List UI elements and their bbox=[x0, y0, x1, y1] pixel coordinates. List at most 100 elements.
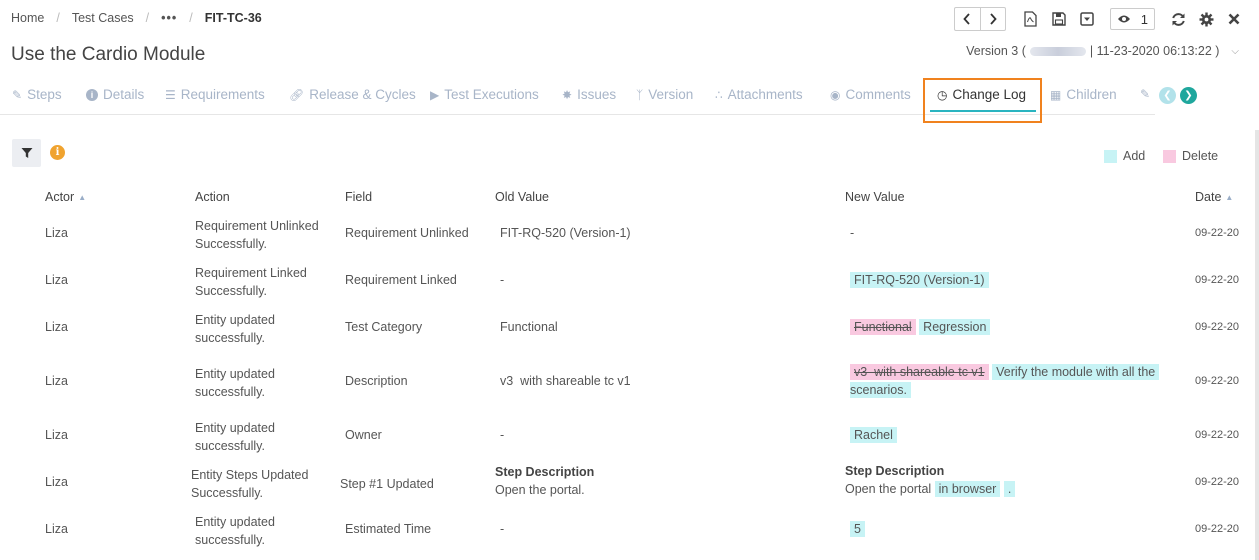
dropdown-button[interactable] bbox=[1076, 8, 1098, 30]
cell-field: Requirement Linked bbox=[345, 273, 457, 287]
tabs-scroll-left-button[interactable]: ❮ bbox=[1159, 87, 1176, 104]
cell-action: Requirement Unlinked Successfully. bbox=[195, 217, 319, 253]
breadcrumb-current: FIT-TC-36 bbox=[204, 11, 262, 25]
tab-label: Release & Cycles bbox=[309, 87, 416, 102]
step-text: Open the portal. bbox=[495, 483, 585, 497]
deleted-text: v3 with shareable tc v1 bbox=[850, 364, 989, 380]
toolbar: 1 bbox=[953, 7, 1245, 31]
tab-release-cycles[interactable]: 🔗︎ Release & Cycles bbox=[289, 87, 416, 102]
save-button[interactable] bbox=[1048, 8, 1070, 30]
tab-version[interactable]: ᛉ Version bbox=[636, 87, 693, 102]
next-button[interactable] bbox=[979, 8, 1005, 30]
breadcrumb-home[interactable]: Home bbox=[11, 11, 44, 25]
cell-date: 09-22-20 bbox=[1195, 476, 1240, 488]
action-line: successfully. bbox=[195, 439, 265, 453]
info-icon[interactable]: i bbox=[50, 145, 65, 160]
column-header-actor[interactable]: Actor ▲ bbox=[45, 190, 86, 204]
breadcrumb-test-cases[interactable]: Test Cases bbox=[72, 11, 134, 25]
cell-action: Requirement Linked Successfully. bbox=[195, 264, 307, 300]
tab-test-executions[interactable]: ▶ Test Executions bbox=[430, 87, 539, 102]
added-text: FIT-RQ-520 (Version-1) bbox=[850, 272, 989, 288]
cell-date: 09-22-20 bbox=[1195, 375, 1240, 387]
tab-comments[interactable]: ◉ Comments bbox=[830, 87, 911, 102]
tab-edit[interactable]: ✎ bbox=[1140, 87, 1155, 101]
tab-children[interactable]: ▦ Children bbox=[1050, 87, 1117, 102]
edit-icon: ✎ bbox=[12, 87, 23, 102]
breadcrumb-more[interactable]: ••• bbox=[161, 11, 177, 25]
cell-old-value: v3 with shareable tc v1 bbox=[500, 374, 631, 388]
comments-icon: ◉ bbox=[830, 87, 841, 102]
tabs-scroll-right-button[interactable]: ❯ bbox=[1180, 87, 1197, 104]
gear-icon bbox=[1199, 12, 1213, 26]
cell-date: 09-22-20 bbox=[1195, 321, 1240, 333]
settings-button[interactable] bbox=[1195, 8, 1217, 30]
cell-field: Description bbox=[345, 374, 408, 388]
added-text: scenarios. bbox=[850, 382, 911, 398]
tab-issues[interactable]: ✸ Issues bbox=[562, 87, 616, 102]
cell-action: Entity updated successfully. bbox=[195, 311, 275, 347]
chevron-down-icon: ⌵ bbox=[1231, 45, 1239, 57]
cell-new-value: v3 with shareable tc v1 Verify the modul… bbox=[850, 363, 1180, 399]
added-text: Verify the module with all the bbox=[992, 364, 1160, 380]
legend-delete: Delete bbox=[1163, 149, 1218, 163]
tab-requirements[interactable]: ☰ Requirements bbox=[165, 87, 265, 102]
tab-details[interactable]: i Details bbox=[86, 87, 144, 102]
watchers-button[interactable]: 1 bbox=[1109, 8, 1155, 30]
cell-new-value: 5 bbox=[850, 520, 865, 538]
page-title: Use the Cardio Module bbox=[11, 44, 206, 65]
version-timestamp: | 11-23-2020 06:13:22 ) bbox=[1089, 44, 1220, 58]
step-text: Open the portal bbox=[845, 482, 932, 496]
previous-button[interactable] bbox=[955, 8, 980, 30]
cell-date: 09-22-20 bbox=[1195, 429, 1240, 441]
cell-field: Owner bbox=[345, 428, 382, 442]
info-icon: i bbox=[86, 88, 98, 101]
cell-date: 09-22-20 bbox=[1195, 227, 1240, 239]
vertical-scrollbar[interactable] bbox=[1255, 130, 1259, 560]
active-tab-highlight bbox=[923, 78, 1042, 123]
cell-field: Requirement Unlinked bbox=[345, 226, 469, 240]
tab-steps[interactable]: ✎ Steps bbox=[12, 87, 62, 102]
column-header-new-value: New Value bbox=[845, 190, 905, 204]
header-label: Actor bbox=[45, 190, 75, 204]
breadcrumb-separator: / bbox=[145, 11, 150, 25]
step-heading: Step Description bbox=[845, 464, 945, 478]
cell-actor: Liza bbox=[45, 273, 68, 287]
sitemap-icon: ▦ bbox=[1050, 87, 1062, 102]
cell-action: Entity updated successfully. bbox=[195, 513, 275, 549]
step-heading: Step Description bbox=[495, 465, 595, 479]
list-icon: ☰ bbox=[165, 87, 176, 102]
pdf-export-button[interactable] bbox=[1020, 8, 1042, 30]
play-icon: ▶ bbox=[430, 87, 440, 102]
paperclip-icon: ∴ bbox=[715, 87, 723, 102]
action-line: successfully. bbox=[195, 533, 265, 547]
breadcrumb-separator: / bbox=[56, 11, 60, 25]
action-line: Entity updated bbox=[195, 367, 275, 381]
cell-new-value: Rachel bbox=[850, 426, 897, 444]
add-swatch bbox=[1104, 149, 1117, 163]
cell-actor: Liza bbox=[45, 374, 68, 388]
legend-delete-label: Delete bbox=[1182, 149, 1219, 163]
sort-icon: ▲ bbox=[78, 193, 87, 202]
refresh-button[interactable] bbox=[1167, 8, 1189, 30]
cell-old-value: FIT-RQ-520 (Version-1) bbox=[500, 226, 631, 240]
filter-icon bbox=[21, 148, 32, 158]
action-line: Entity updated bbox=[195, 421, 275, 435]
eye-icon bbox=[1117, 15, 1130, 23]
close-button[interactable] bbox=[1223, 8, 1245, 30]
tab-label: Comments bbox=[845, 87, 911, 102]
cell-field: Test Category bbox=[345, 320, 423, 334]
column-header-date[interactable]: Date ▲ bbox=[1195, 190, 1233, 204]
version-selector[interactable]: Version 3 ( | 11-23-2020 06:13:22 ) ⌵ bbox=[966, 44, 1239, 58]
cell-field: Step #1 Updated bbox=[340, 477, 434, 491]
tab-label: Details bbox=[103, 87, 145, 102]
tab-label: Version bbox=[648, 87, 694, 102]
chevron-left-icon bbox=[963, 13, 970, 25]
filter-button[interactable] bbox=[12, 139, 41, 167]
cell-actor: Liza bbox=[45, 522, 68, 536]
tab-attachments[interactable]: ∴ Attachments bbox=[715, 87, 803, 102]
cell-old-value: - bbox=[500, 428, 505, 442]
action-line: Requirement Unlinked bbox=[195, 219, 319, 233]
refresh-icon bbox=[1171, 12, 1185, 26]
cell-action: Entity Steps Updated Successfully. bbox=[191, 466, 308, 502]
chevron-right-icon bbox=[990, 13, 997, 25]
